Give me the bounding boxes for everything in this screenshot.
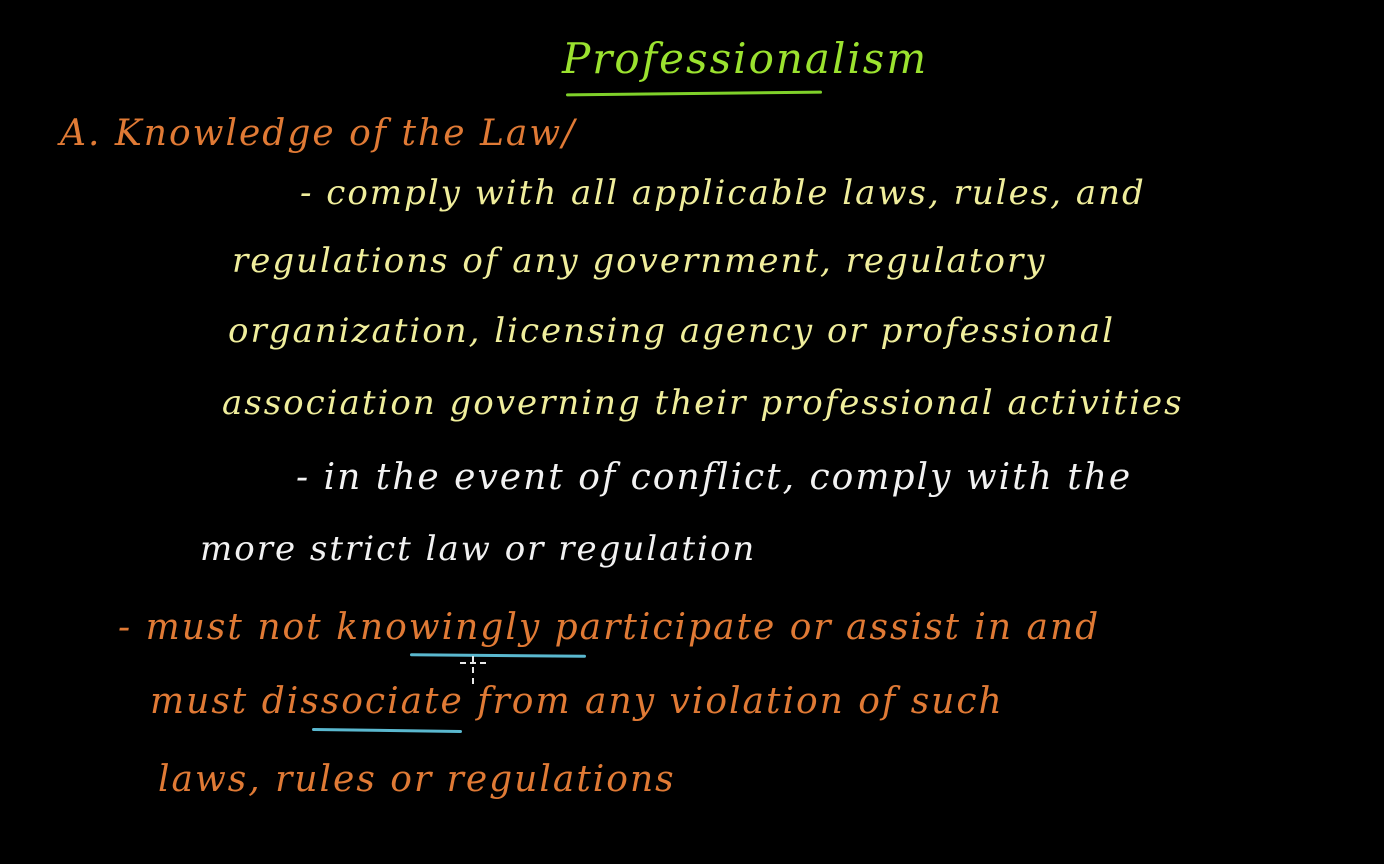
paragraph-3-line-1-pre: - must not <box>118 607 337 648</box>
paragraph-2-line-1: - in the event of conflict, comply with … <box>296 457 1133 498</box>
knowingly-underline <box>409 653 587 658</box>
paragraph-3-line-3: laws, rules or regulations <box>158 759 676 800</box>
emphasis-dissociate: dissociate <box>261 681 464 722</box>
bottom-letterbox-bar <box>0 846 1384 864</box>
emphasis-knowingly: knowingly <box>336 607 542 648</box>
crosshair-cursor-icon <box>460 656 486 684</box>
paragraph-2-line-2: more strict law or regulation <box>200 529 757 569</box>
paragraph-3-line-1: - must not knowingly participate or assi… <box>118 610 1100 646</box>
paragraph-1-line-4: association governing their professional… <box>222 383 1184 423</box>
dissociate-underline <box>311 727 463 734</box>
paragraph-1-line-2: regulations of any government, regulator… <box>232 241 1047 281</box>
page-title: Professionalism <box>562 34 929 83</box>
paragraph-1-line-1: - comply with all applicable laws, rules… <box>300 173 1146 213</box>
blackboard: Professionalism A. Knowledge of the Law/… <box>0 0 1384 864</box>
paragraph-3-line-2-pre: must <box>150 681 262 722</box>
section-heading: A. Knowledge of the Law/ <box>60 113 577 154</box>
title-underline <box>565 90 823 97</box>
top-letterbox-bar <box>0 0 1384 26</box>
paragraph-3-line-2-post: from any violation of such <box>463 681 1004 722</box>
paragraph-3-line-1-post: participate or assist in and <box>541 607 1101 648</box>
paragraph-1-line-3: organization, licensing agency or profes… <box>228 311 1115 351</box>
paragraph-3-line-2: must dissociate from any violation of su… <box>150 684 1004 720</box>
